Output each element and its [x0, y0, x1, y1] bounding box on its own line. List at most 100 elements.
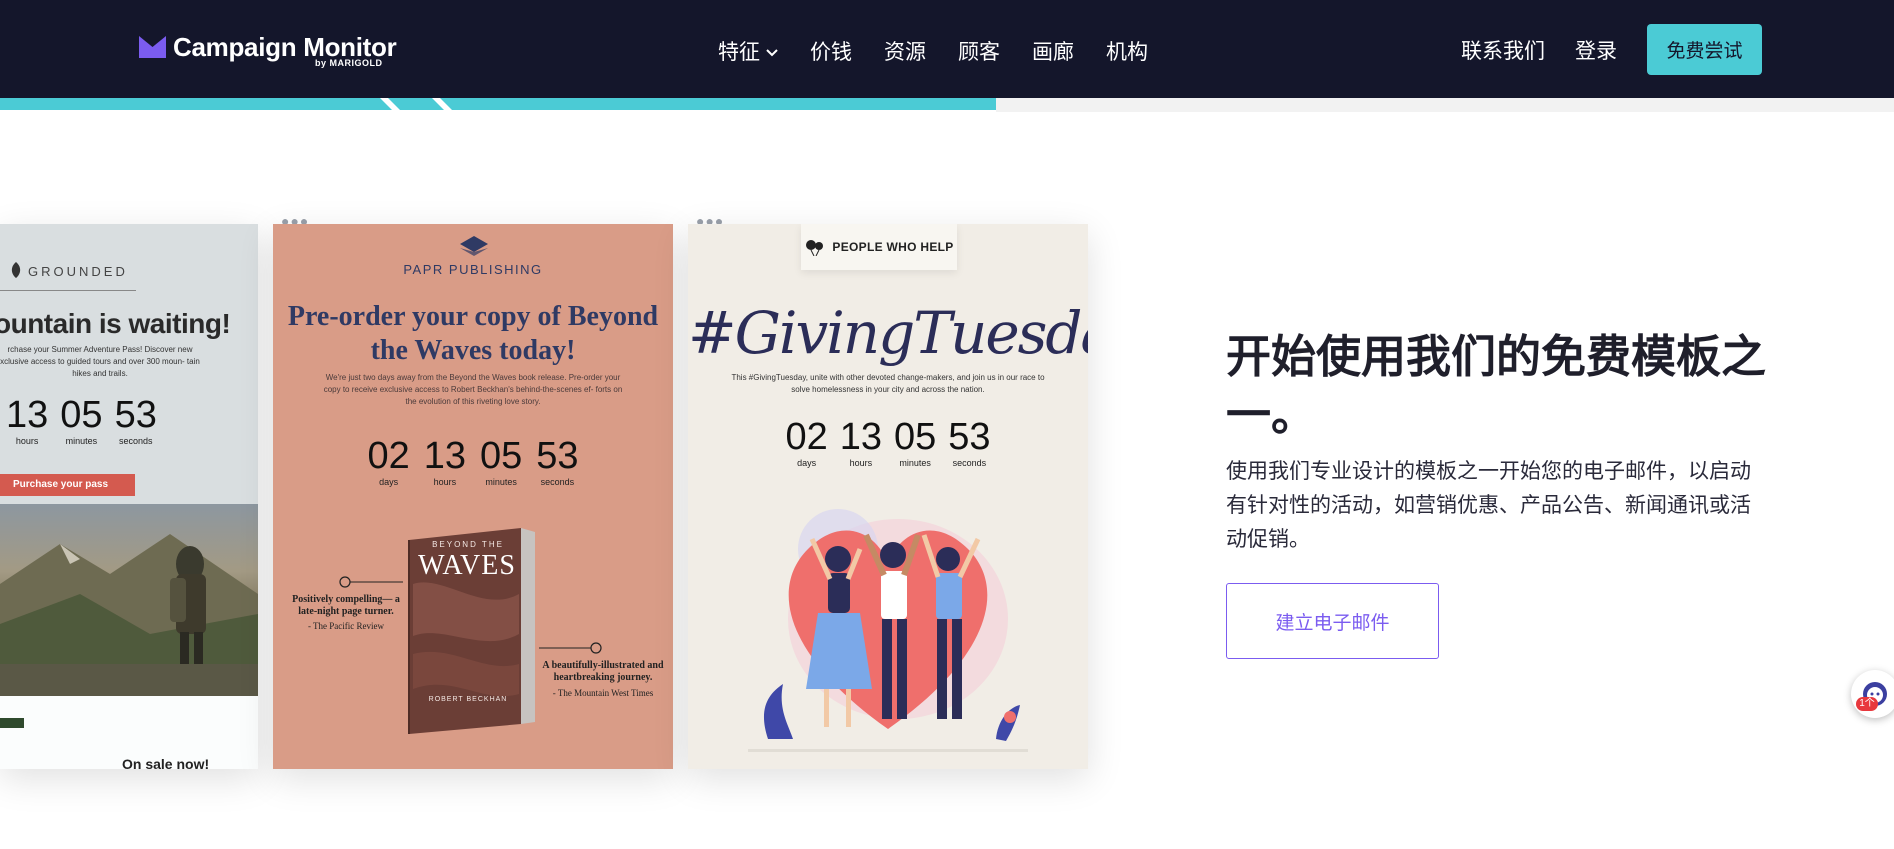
- nav-item-pricing[interactable]: 价钱: [810, 36, 852, 66]
- card-brand: GROUNDED: [28, 264, 128, 279]
- countdown-value: 13: [423, 435, 466, 477]
- quote-marker-icon: [339, 576, 403, 588]
- countdown-days: 02 days: [785, 418, 827, 468]
- badge-label: PEOPLE WHO HELP: [832, 240, 954, 254]
- countdown-label: minutes: [65, 436, 98, 446]
- main-nav: 特征 价钱 资源 顾客 画廊 机构: [718, 36, 1180, 66]
- nav-label: 资源: [884, 40, 926, 64]
- page-headline: 开始使用我们的免费模板之一。: [1226, 330, 1767, 441]
- countdown: 13 hours 05 minutes 53 seconds: [6, 396, 157, 446]
- template-card-papr-publishing[interactable]: PAPR PUBLISHING Pre-order your copy of B…: [273, 224, 673, 769]
- divider: [0, 290, 136, 291]
- nav-label: 顾客: [958, 40, 1000, 64]
- countdown-seconds: 53 seconds: [536, 437, 578, 487]
- countdown-label: hours: [433, 477, 457, 487]
- nav-item-features[interactable]: 特征: [718, 36, 778, 66]
- build-email-button[interactable]: 建立电子邮件: [1226, 583, 1439, 659]
- countdown-label: seconds: [540, 477, 575, 487]
- countdown-label: days: [797, 458, 817, 468]
- countdown-value: 53: [114, 394, 157, 436]
- countdown-value: 02: [367, 435, 410, 477]
- accent-bar-grey: [996, 98, 1894, 112]
- countdown-value: 13: [839, 416, 882, 458]
- book-author-text: ROBERT BECKHAN: [428, 696, 508, 703]
- card-brand: PAPR PUBLISHING: [403, 262, 543, 277]
- card-title: #GivingTuesday: [688, 299, 1088, 367]
- envelope-logo-icon: [139, 36, 166, 58]
- accent-stripes: [380, 98, 452, 110]
- on-sale-text: On sale now!: [122, 756, 210, 769]
- contact-us-link[interactable]: 联系我们: [1461, 35, 1545, 65]
- review-source: - The Pacific Review: [307, 621, 385, 631]
- accent-bar: [0, 98, 996, 110]
- countdown-label: minutes: [899, 458, 931, 468]
- nav-item-gallery[interactable]: 画廊: [1032, 36, 1074, 66]
- countdown-value: 05: [60, 394, 103, 436]
- nav-label: 特征: [718, 40, 760, 64]
- countdown-label: days: [379, 477, 399, 487]
- campaign-monitor-logo[interactable]: Campaign Monitor: [139, 32, 397, 62]
- balloons-icon: [806, 240, 824, 256]
- site-header: Campaign Monitor by MARIGOLD 特征 价钱 资源 顾客…: [0, 0, 1894, 98]
- review-quote: A beautifully-illustrated and heartbreak…: [542, 660, 664, 683]
- quote-marker-icon: [539, 642, 602, 654]
- countdown-minutes: 05 minutes: [894, 418, 936, 468]
- chevron-down-icon: [766, 49, 778, 57]
- countdown-seconds: 53 seconds: [115, 396, 157, 446]
- countdown-seconds: 53 seconds: [948, 418, 990, 468]
- green-block: [0, 718, 24, 728]
- card-title: Pre-order your copy of Beyond the Waves …: [287, 301, 659, 366]
- mountain-scene-image: [0, 534, 258, 696]
- countdown-hours: 13 hours: [840, 418, 882, 468]
- people-who-help-badge: PEOPLE WHO HELP: [801, 224, 957, 270]
- hiker-photo: [0, 504, 258, 696]
- countdown-label: seconds: [118, 436, 153, 446]
- nav-item-customers[interactable]: 顾客: [958, 36, 1000, 66]
- countdown-label: hours: [849, 458, 873, 468]
- heart-people-illustration: [763, 509, 1020, 741]
- countdown-minutes: 05 minutes: [60, 396, 102, 446]
- leaf-icon: [11, 262, 21, 278]
- countdown-label: seconds: [952, 458, 987, 468]
- countdown-days: 02 days: [367, 437, 409, 487]
- review-quote: Positively compelling— a late-night page…: [292, 594, 400, 617]
- countdown: 02 days 13 hours 05 minutes 53 seconds: [273, 437, 673, 487]
- logo-subtitle: by MARIGOLD: [315, 58, 383, 68]
- header-actions: 联系我们 登录 免费尝试: [1461, 24, 1762, 75]
- book-top-text: BEYOND THE: [432, 540, 504, 549]
- login-link[interactable]: 登录: [1575, 35, 1617, 65]
- logo-text: Campaign Monitor: [173, 32, 397, 62]
- free-trial-button[interactable]: 免费尝试: [1647, 24, 1762, 75]
- template-card-giving-tuesday[interactable]: PEOPLE WHO HELP #GivingTuesday This #Giv…: [688, 224, 1088, 769]
- card-title: ountain is waiting!: [0, 308, 231, 339]
- countdown-value: 53: [536, 435, 579, 477]
- countdown: 02 days 13 hours 05 minutes 53 seconds: [688, 418, 1088, 468]
- nav-item-resources[interactable]: 资源: [884, 36, 926, 66]
- book-title-text: WAVES: [418, 550, 516, 581]
- countdown-hours: 13 hours: [424, 437, 466, 487]
- page-subtext: 使用我们专业设计的模板之一开始您的电子邮件，以启动有针对性的活动，如营销优惠、产…: [1226, 459, 1751, 551]
- purchase-pass-button: Purchase your pass: [0, 474, 135, 496]
- nav-label: 价钱: [810, 40, 852, 64]
- countdown-value: 02: [785, 416, 828, 458]
- book-publisher-icon: [460, 236, 488, 256]
- template-card-grounded[interactable]: GROUNDED ountain is waiting! rchase your…: [0, 224, 258, 769]
- nav-item-agencies[interactable]: 机构: [1106, 36, 1148, 66]
- book-cover-image: BEYOND THE WAVES ROBERT BECKHAN: [403, 524, 539, 736]
- card-body: This #GivingTuesday, unite with other de…: [731, 373, 1045, 394]
- countdown-label: minutes: [485, 477, 517, 487]
- review-source: - The Mountain West Times: [552, 688, 654, 698]
- countdown-value: 05: [480, 435, 523, 477]
- countdown-value: 13: [6, 394, 49, 436]
- countdown-label: hours: [15, 436, 39, 446]
- nav-label: 画廊: [1032, 40, 1074, 64]
- countdown-value: 53: [948, 416, 991, 458]
- card-body: rchase your Summer Adventure Pass! Disco…: [0, 345, 200, 378]
- countdown-value: 05: [894, 416, 937, 458]
- nav-label: 机构: [1106, 40, 1148, 64]
- ground-line: [748, 749, 1028, 752]
- chat-notification-badge: 1个: [1856, 697, 1878, 711]
- countdown-hours: 13 hours: [6, 396, 48, 446]
- card-body: We're just two days away from the Beyond…: [323, 373, 623, 406]
- countdown-minutes: 05 minutes: [480, 437, 522, 487]
